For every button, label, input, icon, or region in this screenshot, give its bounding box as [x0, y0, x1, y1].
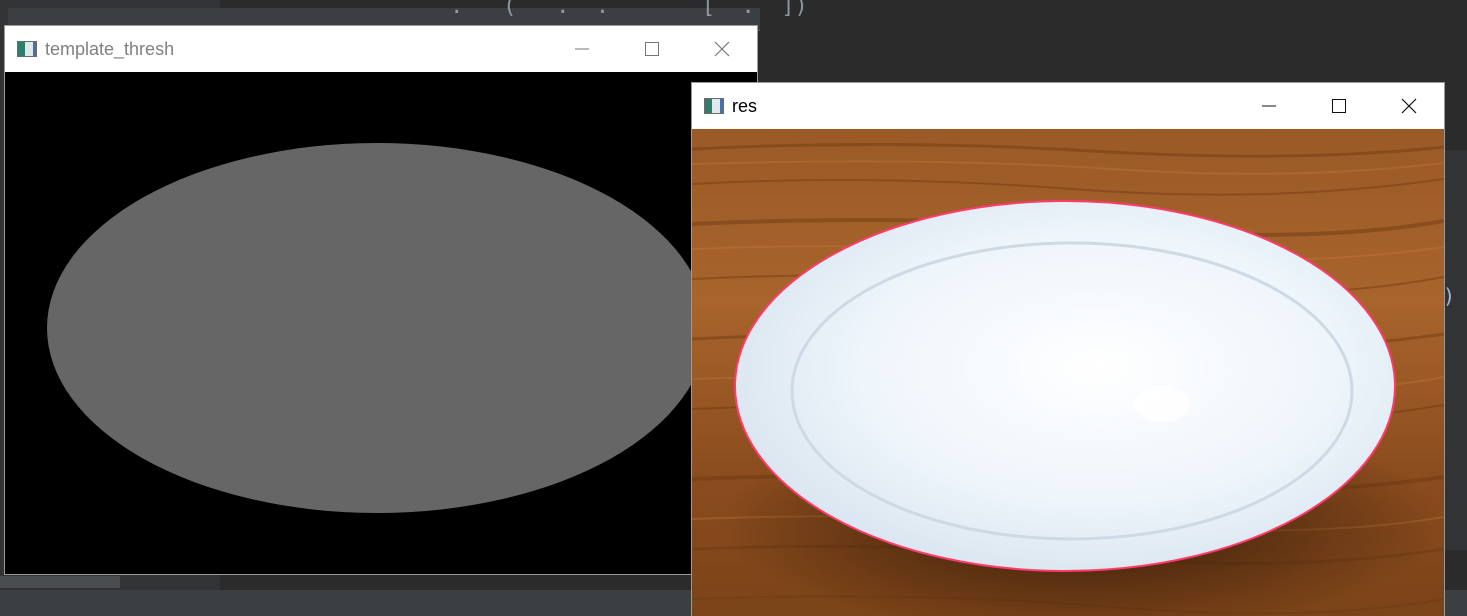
maximize-icon	[645, 42, 659, 56]
window-title: template_thresh	[45, 38, 175, 59]
window-res[interactable]: res	[691, 82, 1445, 616]
plate-photo-image	[692, 129, 1444, 616]
close-icon	[714, 41, 730, 57]
close-icon	[1401, 98, 1417, 114]
window-app-icon	[17, 41, 37, 57]
maximize-button[interactable]	[1304, 83, 1374, 129]
minimize-button[interactable]	[547, 26, 617, 72]
thresholded-ellipse-image	[5, 72, 757, 574]
white-plate	[735, 201, 1395, 571]
window-title: res	[732, 95, 758, 116]
maximize-icon	[1332, 99, 1346, 113]
ide-right-panel	[1444, 150, 1467, 550]
ellipse-template-shape	[47, 143, 707, 513]
image-display-thresh	[5, 72, 757, 574]
window-template-thresh[interactable]: template_thresh	[4, 25, 758, 575]
image-display-res	[692, 129, 1444, 616]
titlebar[interactable]: template_thresh	[5, 26, 757, 73]
window-app-icon	[704, 98, 724, 114]
minimize-icon	[1262, 105, 1276, 107]
maximize-button[interactable]	[617, 26, 687, 72]
ide-code-line: . ( . . [ . ])	[225, 0, 808, 19]
close-button[interactable]	[687, 26, 757, 72]
minimize-button[interactable]	[1234, 83, 1304, 129]
minimize-icon	[575, 48, 589, 50]
desktop: . ( . . [ . ]) ) template_thresh res	[0, 0, 1467, 616]
ide-horizontal-scrollbar[interactable]	[0, 576, 120, 588]
titlebar[interactable]: res	[692, 83, 1444, 130]
close-button[interactable]	[1374, 83, 1444, 129]
